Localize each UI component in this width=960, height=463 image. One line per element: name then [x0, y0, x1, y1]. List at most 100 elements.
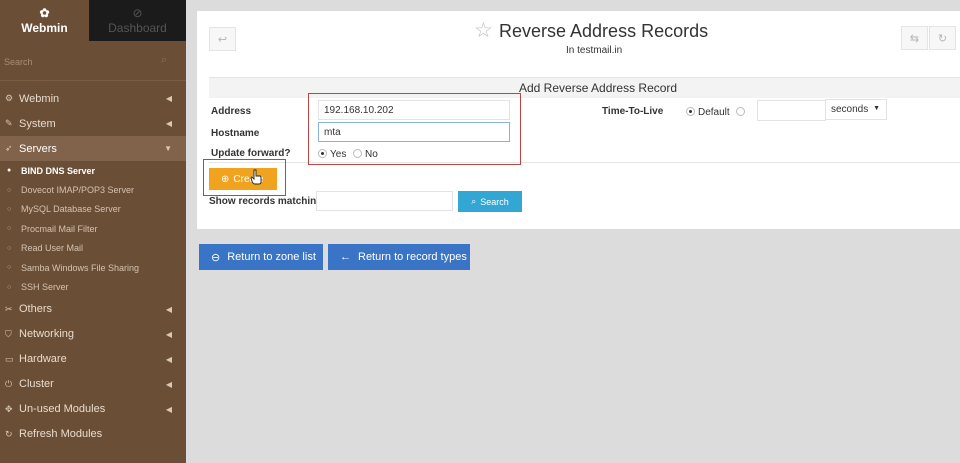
sidebar-subitem-label: MySQL Database Server — [21, 204, 121, 215]
bullet-icon: ● — [7, 167, 12, 175]
create-button[interactable]: ⊕ Create — [209, 168, 277, 190]
tab-webmin-label: Webmin — [21, 20, 68, 35]
chevron-left-icon: ◀ — [165, 354, 172, 364]
sidebar-item-refresh-modules[interactable]: ↻ Refresh Modules — [0, 422, 186, 447]
webmin-logo-icon: ✿ — [39, 5, 50, 20]
sidebar-subitem-dovecot[interactable]: ○ Dovecot IMAP/POP3 Server — [0, 180, 186, 199]
sidebar-item-networking[interactable]: ⛉ Networking ◀ — [0, 322, 186, 347]
arrow-circle-left-icon: ⊖ — [211, 251, 221, 264]
sidebar-item-label: Webmin — [19, 92, 60, 105]
ttl-custom-radio[interactable] — [736, 107, 745, 116]
power-icon: ⏻ — [5, 378, 13, 389]
chevron-left-icon: ◀ — [165, 329, 172, 339]
rocket-icon: ➶ — [5, 143, 13, 153]
chevron-left-icon: ◀ — [165, 94, 172, 103]
search-icon: ⌕ — [471, 196, 477, 206]
sidebar-subitem-mysql[interactable]: ○ MySQL Database Server — [0, 200, 186, 219]
show-records-field[interactable] — [316, 191, 453, 211]
sidebar-item-label: Un-used Modules — [19, 403, 106, 416]
sidebar-subitem-samba[interactable]: ○ Samba Windows File Sharing — [0, 258, 186, 277]
ttl-default-radio[interactable] — [686, 107, 695, 116]
sidebar-item-label: Networking — [19, 328, 75, 341]
sidebar-item-label: Cluster — [19, 378, 54, 391]
sidebar-subitem-label: Procmail Mail Filter — [21, 223, 98, 234]
page-title: Reverse Address Records — [499, 21, 709, 41]
bullet-icon: ○ — [7, 186, 12, 194]
sidebar-item-label: Refresh Modules — [19, 428, 103, 441]
sidebar-item-servers[interactable]: ➶ Servers ▼ — [0, 136, 186, 161]
shield-icon: ⛉ — [5, 328, 12, 339]
address-label: Address — [211, 106, 252, 117]
sidebar-subitem-label: Read User Mail — [21, 243, 84, 254]
sidebar-subitem-read-user-mail[interactable]: ○ Read User Mail — [0, 239, 186, 258]
ttl-unit-value: seconds — [831, 104, 869, 115]
sidebar-item-label: Servers — [19, 142, 57, 155]
sidebar-item-label: Hardware — [19, 353, 67, 366]
puzzle-icon: ✥ — [5, 403, 13, 414]
sidebar-subitem-label: SSH Server — [21, 282, 69, 293]
tab-dashboard[interactable]: ⊘ Dashboard — [89, 0, 186, 41]
sidebar-subitem-label: Dovecot IMAP/POP3 Server — [21, 185, 135, 196]
sidebar-subitem-label: Samba Windows File Sharing — [21, 262, 140, 273]
chevron-left-icon: ◀ — [165, 404, 172, 414]
show-records-label: Show records matching: — [209, 196, 326, 207]
arrow-left-icon: ↩ — [217, 33, 228, 46]
sidebar-menu: ⚙ Webmin ◀ ✎ System ◀ ➶ Servers ▼ ● BIND… — [0, 86, 186, 447]
hostname-label: Hostname — [211, 128, 260, 139]
refresh-icon: ↻ — [937, 32, 948, 45]
chevron-left-icon: ◀ — [165, 119, 172, 128]
chevron-left-icon: ◀ — [165, 379, 172, 389]
sync-icon: ⇆ — [909, 32, 920, 45]
sidebar-item-others[interactable]: ✂ Others ◀ — [0, 297, 186, 322]
return-to-record-types-button[interactable]: ← Return to record types — [328, 244, 470, 270]
refresh-icon: ↻ — [5, 428, 13, 439]
highlight-box-fields — [308, 93, 521, 165]
hand-cursor-icon — [250, 169, 262, 185]
return-zone-label: Return to zone list — [227, 251, 316, 263]
update-forward-label: Update forward? — [211, 148, 291, 159]
sidebar-subitem-bind-dns[interactable]: ● BIND DNS Server — [0, 161, 186, 180]
tools-icon: ✂ — [5, 303, 13, 314]
return-to-zone-list-button[interactable]: ⊖ Return to zone list — [199, 244, 323, 270]
sidebar-subitem-label: BIND DNS Server — [21, 165, 96, 176]
ttl-default-label: Default — [698, 107, 730, 118]
sidebar-item-system[interactable]: ✎ System ◀ — [0, 111, 186, 136]
ttl-unit-select[interactable]: seconds ▼ — [825, 99, 887, 120]
sidebar-subitem-ssh[interactable]: ○ SSH Server — [0, 277, 186, 296]
bullet-icon: ○ — [7, 264, 12, 272]
sidebar-item-label: System — [19, 117, 56, 130]
ttl-value-field[interactable] — [757, 100, 826, 121]
ttl-label: Time-To-Live — [602, 106, 664, 117]
return-types-label: Return to record types — [358, 251, 467, 263]
sidebar-item-webmin[interactable]: ⚙ Webmin ◀ — [0, 86, 186, 111]
bullet-icon: ○ — [7, 205, 12, 213]
search-button-label: Search — [480, 196, 509, 207]
chevron-down-icon: ▼ — [164, 144, 172, 153]
search-icon[interactable]: ⌕ — [161, 54, 167, 67]
sidebar-item-hardware[interactable]: ▭ Hardware ◀ — [0, 347, 186, 372]
sidebar-subitem-procmail[interactable]: ○ Procmail Mail Filter — [0, 219, 186, 238]
page-subtitle: In testmail.in — [566, 45, 623, 56]
caret-down-icon: ▼ — [873, 105, 880, 112]
back-button[interactable]: ↩ — [209, 27, 236, 51]
search-button[interactable]: ⌕ Search — [458, 191, 522, 212]
bullet-icon: ○ — [7, 283, 12, 291]
sidebar: ✿ Webmin ⊘ Dashboard ⌕ ⚙ Webmin ◀ ✎ Syst… — [0, 0, 186, 463]
tab-dashboard-label: Dashboard — [108, 20, 167, 35]
reload-button[interactable]: ⇆ — [901, 26, 928, 50]
sidebar-search: ⌕ — [0, 41, 186, 81]
sidebar-item-cluster[interactable]: ⏻ Cluster ◀ — [0, 372, 186, 397]
refresh-button[interactable]: ↻ — [929, 26, 956, 50]
plus-circle-icon: ⊕ — [221, 173, 230, 185]
star-icon[interactable]: ☆ — [474, 19, 493, 43]
sidebar-search-input[interactable] — [4, 55, 154, 69]
tab-webmin[interactable]: ✿ Webmin — [0, 0, 89, 41]
hdd-icon: ▭ — [5, 353, 14, 364]
arrow-left-icon: ← — [340, 251, 351, 263]
bullet-icon: ○ — [7, 244, 12, 252]
form-title: Add Reverse Address Record — [519, 81, 678, 95]
sidebar-item-unused-modules[interactable]: ✥ Un-used Modules ◀ — [0, 397, 186, 422]
sidebar-item-label: Others — [19, 303, 53, 316]
top-tabs: ✿ Webmin ⊘ Dashboard — [0, 0, 186, 41]
page-header: ↩ ☆ Reverse Address Records In testmail.… — [197, 11, 960, 63]
